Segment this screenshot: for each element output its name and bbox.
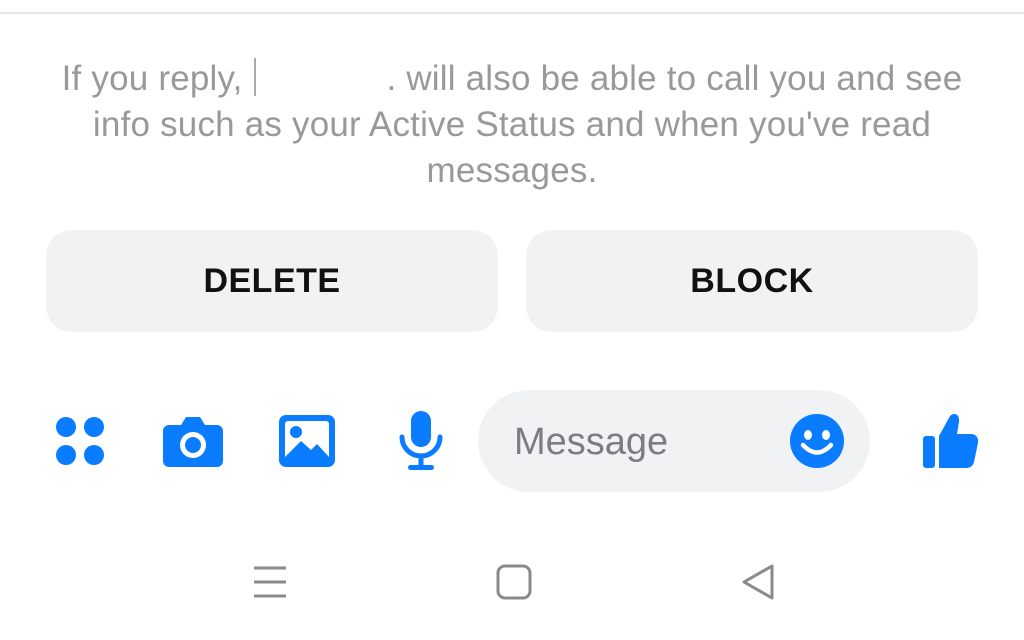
recent-apps-icon[interactable] (240, 552, 300, 612)
message-composer (0, 388, 1024, 494)
message-field[interactable] (478, 390, 870, 492)
menu-grid-icon[interactable] (45, 406, 115, 476)
camera-icon[interactable] (158, 406, 228, 476)
notice-text-start: If you reply, (61, 59, 243, 98)
home-icon[interactable] (484, 552, 544, 612)
system-navigation-bar (0, 540, 1024, 620)
microphone-icon[interactable] (386, 406, 456, 476)
request-actions: DELETE BLOCK (46, 230, 978, 332)
message-input[interactable] (512, 412, 786, 472)
emoji-icon[interactable] (788, 412, 846, 470)
delete-button[interactable]: DELETE (46, 230, 498, 332)
chat-screen: If you reply, . will also be able to cal… (0, 0, 1024, 640)
block-button[interactable]: BLOCK (526, 230, 978, 332)
back-icon[interactable] (728, 552, 788, 612)
message-request-notice: If you reply, . will also be able to cal… (40, 56, 984, 194)
gallery-icon[interactable] (272, 406, 342, 476)
top-divider (0, 12, 1024, 14)
redacted-name (254, 58, 385, 96)
thumbs-up-icon[interactable] (915, 406, 985, 476)
